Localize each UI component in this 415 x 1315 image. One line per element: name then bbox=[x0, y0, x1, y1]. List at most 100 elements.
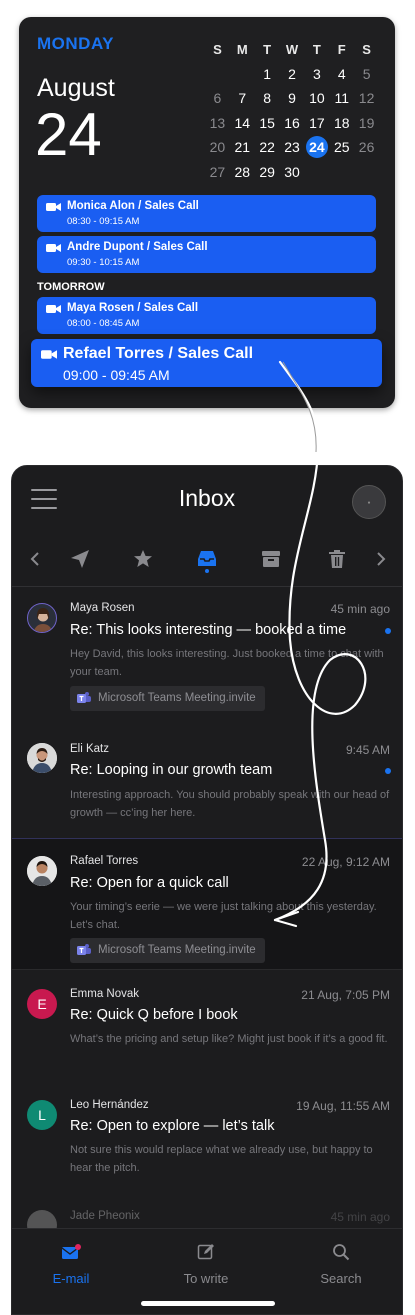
calendar-day[interactable]: 19 bbox=[354, 115, 379, 131]
calendar-week-row: 12345 bbox=[205, 62, 379, 87]
calendar-day[interactable]: 17 bbox=[304, 115, 329, 131]
unread-dot bbox=[385, 628, 391, 634]
calendar-day[interactable]: 1 bbox=[255, 66, 280, 82]
sender-name: Rafael Torres bbox=[70, 855, 139, 867]
chevron-left-icon[interactable] bbox=[20, 544, 50, 574]
list-item[interactable]: Eli Katz 9:45 AM Re: Looping in our grow… bbox=[12, 728, 402, 838]
weekday-label: T bbox=[263, 41, 272, 57]
calendar-month-grid: S M T W T F S 1 2 3 4 5 6 7 8 9 10 11 12 13 14 15 16 17 1… bbox=[205, 37, 379, 184]
sender-name: Eli Katz bbox=[70, 743, 109, 755]
calendar-day[interactable]: 21 bbox=[230, 139, 255, 155]
calendar-day[interactable]: 20 bbox=[205, 139, 230, 155]
star-icon[interactable] bbox=[128, 544, 158, 574]
sender-name: Jade Pheonix bbox=[70, 1210, 140, 1222]
app-header: Inbox ● bbox=[12, 466, 402, 536]
nav-to-write[interactable]: To write bbox=[156, 1243, 256, 1286]
calendar-day-selected[interactable]: 24 bbox=[304, 136, 329, 159]
calendar-day[interactable]: 22 bbox=[255, 139, 280, 155]
message-preview: Interesting approach. You should probabl… bbox=[70, 789, 390, 819]
message-preview: What’s the pricing and setup like? Might… bbox=[70, 1033, 388, 1045]
send-icon[interactable] bbox=[65, 544, 95, 574]
calendar-weeks: 1 2 3 4 5 6 7 8 9 10 11 12 13 14 15 16 17 18 19 20 21 22 23 24 2… bbox=[205, 62, 379, 185]
calendar-day[interactable]: 30 bbox=[280, 164, 305, 180]
calendar-week-row: 6 7 8 9 10 11 12 bbox=[205, 86, 379, 111]
message-subject: Re: This looks interesting — booked a ti… bbox=[70, 622, 347, 638]
user-avatar[interactable]: ● bbox=[352, 485, 386, 519]
calendar-day[interactable]: 6 bbox=[205, 90, 230, 106]
calendar-day[interactable]: 4 bbox=[329, 66, 354, 82]
calendar-day[interactable]: 29 bbox=[255, 164, 280, 180]
dragged-event-refael-torres[interactable]: Refael Torres / Sales Call 09:00 - 09:45… bbox=[31, 339, 382, 387]
avatar: L bbox=[27, 1100, 57, 1130]
page-title: Inbox bbox=[178, 485, 236, 511]
nav-label: E-mail bbox=[52, 1271, 90, 1286]
calendar-day[interactable]: 5 bbox=[354, 66, 379, 82]
calendar-week-row: 13 14 15 16 17 18 19 bbox=[205, 111, 379, 136]
tomorrow-label: TOMORROW bbox=[37, 281, 105, 293]
message-subject: Re: Quick Q before I book bbox=[70, 1007, 238, 1023]
calendar-day[interactable]: 9 bbox=[280, 90, 305, 106]
unread-dot bbox=[385, 768, 391, 774]
list-item[interactable]: E Emma Novak 21 Aug, 7:05 PM Re: Quick Q… bbox=[12, 974, 402, 1086]
calendar-day[interactable]: 13 bbox=[205, 115, 230, 131]
calendar-day[interactable]: 12 bbox=[354, 90, 379, 106]
calendar-day[interactable]: 16 bbox=[280, 115, 305, 131]
calendar-widget: MONDAY August 24 S M T W T F S 123456789… bbox=[19, 17, 395, 408]
avatar: E bbox=[27, 989, 57, 1019]
event-andre-dupont[interactable]: Andre Dupont / Sales Call 09:30 - 10:15 … bbox=[37, 236, 376, 273]
nav-search[interactable]: Search bbox=[291, 1243, 391, 1286]
calendar-day[interactable]: 28 bbox=[230, 164, 255, 180]
event-time: 08:00 - 08:45 AM bbox=[67, 318, 140, 329]
home-indicator bbox=[141, 1301, 275, 1306]
trash-icon[interactable] bbox=[322, 544, 352, 574]
message-subject: Re: Open to explore — let’s talk bbox=[70, 1118, 275, 1134]
archive-icon[interactable] bbox=[256, 544, 286, 574]
list-item[interactable]: Rafael Torres 22 Aug, 9:12 AM Re: Open f… bbox=[12, 838, 402, 970]
weekday-label: W bbox=[285, 41, 299, 57]
nav-email[interactable]: E-mail bbox=[21, 1243, 121, 1286]
calendar-day[interactable]: 14 bbox=[230, 115, 255, 131]
teams-icon bbox=[77, 944, 91, 955]
event-title: Refael Torres / Sales Call bbox=[63, 345, 254, 362]
message-time: 21 Aug, 7:05 PM bbox=[301, 988, 390, 1002]
sender-name: Leo Hernández bbox=[70, 1099, 149, 1111]
event-monica-alon[interactable]: Monica Alon / Sales Call 08:30 - 09:15 A… bbox=[37, 195, 376, 232]
attachment-name: Microsoft Teams Meeting.invite bbox=[98, 944, 256, 956]
list-item[interactable]: Maya Rosen 45 min ago Re: This looks int… bbox=[12, 588, 402, 718]
weekday-label: T bbox=[312, 41, 321, 57]
weekday-label: F bbox=[337, 41, 346, 57]
calendar-day[interactable]: 27 bbox=[205, 164, 230, 180]
message-time: 9:45 AM bbox=[345, 743, 390, 757]
weekday-label: S bbox=[213, 41, 222, 57]
event-time: 08:30 - 09:15 AM bbox=[67, 216, 140, 227]
toolbar-divider bbox=[12, 586, 402, 587]
message-time: 22 Aug, 9:12 AM bbox=[301, 855, 390, 869]
nav-label: Search bbox=[320, 1271, 362, 1286]
attachment-chip[interactable]: Microsoft Teams Meeting.invite bbox=[70, 938, 265, 963]
calendar-day[interactable]: 26 bbox=[354, 139, 379, 155]
chevron-right-icon[interactable] bbox=[366, 544, 396, 574]
calendar-day[interactable]: 8 bbox=[255, 90, 280, 106]
sender-name: Maya Rosen bbox=[70, 602, 135, 614]
message-preview: Hey David, this looks interesting. Just … bbox=[70, 648, 384, 678]
attachment-chip[interactable]: Microsoft Teams Meeting.invite bbox=[70, 686, 265, 711]
active-folder-indicator bbox=[205, 569, 209, 573]
event-time: 09:00 - 09:45 AM bbox=[63, 367, 170, 383]
event-maya-rosen[interactable]: Maya Rosen / Sales Call 08:00 - 08:45 AM bbox=[37, 297, 376, 334]
calendar-day[interactable]: 15 bbox=[255, 115, 280, 131]
avatar bbox=[27, 856, 57, 886]
calendar-week-row: 20 21 22 23 24 25 26 bbox=[205, 135, 379, 160]
compose-icon bbox=[197, 1244, 214, 1260]
calendar-day[interactable]: 23 bbox=[280, 139, 305, 155]
calendar-day[interactable]: 11 bbox=[329, 90, 354, 106]
weekday-label: S bbox=[362, 41, 371, 57]
calendar-day[interactable]: 18 bbox=[329, 115, 354, 131]
event-title: Andre Dupont / Sales Call bbox=[67, 241, 208, 253]
mail-app-screen: Inbox ● Maya Rosen 45 min ago Re: This l… bbox=[11, 465, 403, 1315]
list-item[interactable]: L Leo Hernández 19 Aug, 11:55 AM Re: Ope… bbox=[12, 1086, 402, 1198]
calendar-day[interactable]: 25 bbox=[329, 139, 354, 155]
calendar-day[interactable]: 2 bbox=[280, 66, 305, 82]
calendar-day[interactable]: 10 bbox=[304, 90, 329, 106]
calendar-day[interactable]: 3 bbox=[304, 66, 329, 82]
calendar-day[interactable]: 7 bbox=[230, 90, 255, 106]
